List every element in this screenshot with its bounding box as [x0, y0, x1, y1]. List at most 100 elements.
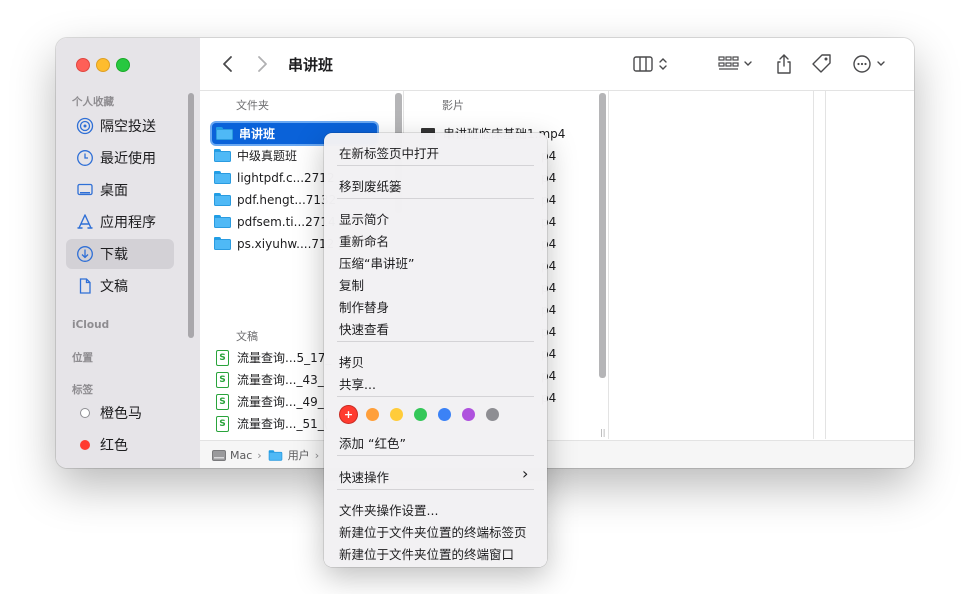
chevron-left-icon — [223, 56, 232, 72]
menu-item-make-alias[interactable]: 制作替身 — [339, 297, 389, 316]
tag-color-1[interactable] — [366, 408, 379, 421]
folder-name: lightpdf.c...2712 — [237, 170, 335, 185]
sidebar-item-label: 桌面 — [100, 183, 128, 199]
column-resize-handle[interactable]: || — [600, 428, 605, 437]
doc-name: 流量查询..._49_ — [237, 395, 324, 409]
tag-dot-icon — [75, 403, 95, 423]
menu-item-open-new-tab[interactable]: 在新标签页中打开 — [339, 143, 439, 162]
sidebar-item-label: 文稿 — [100, 279, 128, 295]
tag-color-0[interactable]: + — [340, 406, 357, 423]
menu-item-copy[interactable]: 拷贝 — [339, 352, 364, 371]
folder-name: pdfsem.ti...2714 — [237, 214, 336, 229]
context-menu: 在新标签页中打开 移到废纸篓 显示简介 重新命名 压缩“串讲班” 复制 制作替身… — [324, 133, 547, 567]
sidebar-item-label: 橙色马 — [100, 406, 142, 422]
forward-button[interactable] — [252, 52, 272, 76]
group-button[interactable] — [716, 52, 756, 76]
tag-color-4[interactable] — [438, 408, 451, 421]
sidebar-item-airdrop[interactable]: 隔空投送 — [66, 111, 174, 141]
sidebar-item-applications[interactable]: 应用程序 — [66, 207, 174, 237]
folder-icon — [214, 237, 231, 250]
minimize-button[interactable] — [96, 58, 110, 72]
tag-icon — [812, 54, 831, 73]
hard-drive-icon — [212, 449, 226, 461]
sidebar-section-favorites: 个人收藏 — [72, 96, 114, 108]
menu-separator — [337, 489, 534, 490]
menu-item-rename[interactable]: 重新命名 — [339, 231, 389, 250]
more-actions-button[interactable] — [852, 52, 890, 76]
sidebar-item-label: 红色 — [100, 438, 128, 454]
menu-separator — [337, 165, 534, 166]
folder-name: 串讲班 — [239, 127, 276, 141]
column-spacer — [813, 91, 826, 439]
tag-color-3[interactable] — [414, 408, 427, 421]
chevron-right-icon: › — [314, 448, 320, 462]
folder-icon — [214, 215, 231, 228]
path-segment-mac[interactable]: Mac — [212, 449, 252, 462]
folder-icon — [268, 449, 282, 461]
sidebar: 个人收藏 隔空投送 最近使用 桌面 应用程序 下载 文稿 iCloud 位置 标… — [56, 38, 201, 468]
sidebar-item-documents[interactable]: 文稿 — [66, 271, 174, 301]
menu-separator — [337, 455, 534, 456]
menu-item-new-terminal-window[interactable]: 新建位于文件夹位置的终端窗口 — [339, 544, 514, 563]
window-title: 串讲班 — [288, 56, 334, 74]
folder-icon — [214, 171, 231, 184]
menu-item-duplicate[interactable]: 复制 — [339, 275, 364, 294]
folder-icon — [214, 149, 231, 162]
sidebar-item-label: 隔空投送 — [100, 119, 156, 135]
menu-item-quick-look[interactable]: 快速查看 — [339, 319, 389, 338]
folder-icon — [214, 193, 231, 206]
menu-item-quick-actions[interactable]: 快速操作 — [339, 467, 389, 486]
path-segment-users[interactable]: 用户 — [267, 447, 310, 463]
sidebar-item-desktop[interactable]: 桌面 — [66, 175, 174, 205]
sidebar-item-label: 最近使用 — [100, 151, 156, 167]
chevron-right-icon: › — [257, 448, 262, 462]
close-button[interactable] — [76, 58, 90, 72]
folder-name: ps.xiyuhw....712 — [237, 236, 335, 251]
folder-name: pdf.hengt...7132 — [237, 192, 337, 207]
download-icon — [75, 244, 95, 264]
chevron-right-icon — [258, 56, 267, 72]
tag-dot-icon — [75, 435, 95, 455]
column-scrollbar[interactable] — [599, 93, 606, 378]
menu-item-new-terminal-tab[interactable]: 新建位于文件夹位置的终端标签页 — [339, 522, 527, 541]
sidebar-scrollbar[interactable] — [188, 93, 194, 338]
tag-color-6[interactable] — [486, 408, 499, 421]
applications-icon — [75, 212, 95, 232]
sidebar-item-recents[interactable]: 最近使用 — [66, 143, 174, 173]
columns-view-icon — [633, 56, 667, 72]
share-icon — [777, 54, 791, 74]
menu-item-move-to-trash[interactable]: 移到废纸篓 — [339, 176, 402, 195]
folder-name: 中级真题班 — [237, 149, 298, 163]
sidebar-section-icloud: iCloud — [72, 319, 110, 331]
doc-name: 流量查询...5_17_ — [237, 351, 332, 365]
menu-item-compress[interactable]: 压缩“串讲班” — [339, 253, 414, 272]
menu-separator — [337, 198, 534, 199]
back-button[interactable] — [218, 52, 238, 76]
path-segment-label: 用户 — [287, 449, 310, 462]
tag-color-5[interactable] — [462, 408, 475, 421]
column-header-movies: 影片 — [442, 99, 464, 112]
airdrop-icon — [75, 116, 95, 136]
column-header-docs: 文稿 — [236, 330, 258, 343]
sidebar-item-downloads[interactable]: 下载 — [66, 239, 174, 269]
toolbar: 串讲班 — [200, 38, 914, 91]
zoom-button[interactable] — [116, 58, 130, 72]
path-segment-label: Mac — [230, 448, 253, 462]
tags-button[interactable] — [810, 52, 834, 76]
folder-icon — [216, 127, 233, 140]
view-mode-button[interactable] — [632, 52, 672, 76]
menu-item-get-info[interactable]: 显示简介 — [339, 209, 389, 228]
menu-item-folder-actions[interactable]: 文件夹操作设置... — [339, 500, 438, 519]
sidebar-item-label: 下载 — [100, 247, 128, 263]
menu-item-add-tag[interactable]: 添加 “红色” — [339, 433, 406, 452]
path-bar: Mac › 用户 › — [200, 440, 914, 468]
column-empty — [608, 91, 814, 439]
share-button[interactable] — [772, 52, 796, 76]
sidebar-section-tags: 标签 — [72, 384, 93, 396]
tag-color-2[interactable] — [390, 408, 403, 421]
spreadsheet-icon: S — [216, 349, 229, 366]
sidebar-tag-orange-horse[interactable]: 橙色马 — [66, 398, 174, 428]
doc-name: 流量查询..._43_ — [237, 373, 324, 387]
sidebar-tag-red[interactable]: 红色 — [66, 430, 174, 460]
menu-item-share[interactable]: 共享... — [339, 374, 376, 393]
